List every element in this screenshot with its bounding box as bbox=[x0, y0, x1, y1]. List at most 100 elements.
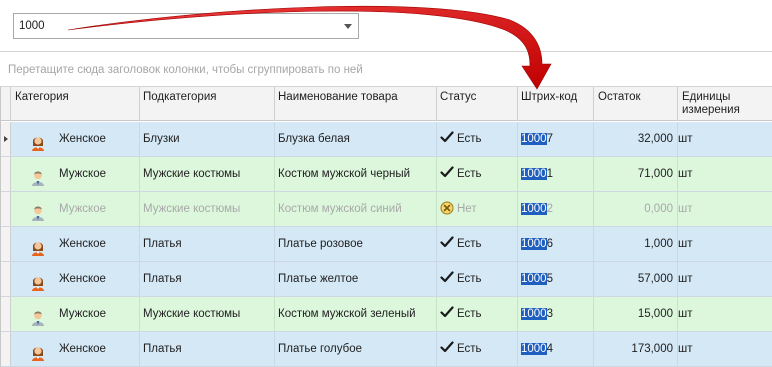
cell-barcode[interactable]: 10006 bbox=[518, 227, 594, 261]
barcode-match-highlight: 1000 bbox=[521, 133, 547, 145]
chevron-down-icon[interactable] bbox=[344, 24, 352, 29]
not-available-icon bbox=[440, 201, 457, 215]
row-indicator[interactable] bbox=[1, 192, 11, 226]
cell-barcode[interactable]: 10007 bbox=[518, 122, 594, 156]
status-text: Есть bbox=[457, 343, 482, 355]
cell-name[interactable]: Костюм мужской синий bbox=[275, 192, 437, 226]
cell-subcategory[interactable]: Мужские костюмы bbox=[140, 157, 275, 191]
barcode-rest: 5 bbox=[546, 273, 553, 285]
cell-status[interactable]: Есть bbox=[437, 297, 518, 331]
cell-rest[interactable]: 173,000 bbox=[594, 332, 678, 366]
search-combobox[interactable]: 1000 bbox=[13, 13, 359, 39]
cell-barcode[interactable]: 10001 bbox=[518, 157, 594, 191]
cell-subcategory[interactable]: Платья bbox=[140, 332, 275, 366]
cell-rest[interactable]: 57,000 bbox=[594, 262, 678, 296]
cell-unit[interactable]: шт bbox=[678, 262, 772, 296]
cell-rest[interactable]: 32,000 bbox=[594, 122, 678, 156]
cell-subcategory[interactable]: Блузки bbox=[140, 122, 275, 156]
cell-rest[interactable]: 0,000 bbox=[594, 192, 678, 226]
table-row[interactable]: Мужское Мужские костюмы Костюм мужской син… bbox=[1, 192, 772, 227]
cell-unit[interactable]: шт bbox=[678, 122, 772, 156]
cell-category[interactable]: Женское bbox=[11, 332, 140, 366]
cell-subcategory[interactable]: Платья bbox=[140, 227, 275, 261]
column-header-unit[interactable]: Единицы измерения bbox=[678, 87, 772, 121]
cell-rest[interactable]: 71,000 bbox=[594, 157, 678, 191]
cell-subcategory[interactable]: Мужские костюмы bbox=[140, 297, 275, 331]
cell-barcode[interactable]: 10003 bbox=[518, 297, 594, 331]
category-text: Женское bbox=[59, 133, 106, 145]
cell-category[interactable]: Мужское bbox=[11, 297, 140, 331]
grid-header: Категория Подкатегория Наименование това… bbox=[1, 87, 772, 121]
cell-status[interactable]: Нет bbox=[437, 192, 518, 226]
female-user-icon bbox=[30, 236, 46, 256]
cell-name[interactable]: Платье голубое bbox=[275, 332, 437, 366]
barcode-match-highlight: 1000 bbox=[521, 273, 547, 285]
cell-status[interactable]: Есть bbox=[437, 157, 518, 191]
cell-unit[interactable]: шт bbox=[678, 297, 772, 331]
row-indicator[interactable] bbox=[1, 157, 11, 191]
cell-subcategory[interactable]: Мужские костюмы bbox=[140, 192, 275, 226]
barcode-match-highlight: 1000 bbox=[521, 343, 547, 355]
barcode-rest: 7 bbox=[546, 133, 553, 145]
cell-category[interactable]: Женское bbox=[11, 227, 140, 261]
row-indicator[interactable] bbox=[1, 227, 11, 261]
cell-subcategory[interactable]: Платья bbox=[140, 262, 275, 296]
group-by-panel[interactable]: Перетащите сюда заголовок колонки, чтобы… bbox=[0, 53, 772, 87]
table-row[interactable]: Мужское Мужские костюмы Костюм мужской чер… bbox=[1, 157, 772, 192]
cell-rest[interactable]: 1,000 bbox=[594, 227, 678, 261]
table-row[interactable]: Женское Платья Платье розовое Есть 10006 1,00… bbox=[1, 227, 772, 262]
column-header-category[interactable]: Категория bbox=[11, 87, 140, 121]
cell-status[interactable]: Есть bbox=[437, 332, 518, 366]
cell-category[interactable]: Женское bbox=[11, 122, 140, 156]
cell-name[interactable]: Платье розовое bbox=[275, 227, 437, 261]
cell-unit[interactable]: шт bbox=[678, 192, 772, 226]
cell-barcode[interactable]: 10004 bbox=[518, 332, 594, 366]
column-header-barcode[interactable]: Штрих-код bbox=[518, 87, 594, 121]
cell-status[interactable]: Есть bbox=[437, 122, 518, 156]
column-header-rest[interactable]: Остаток bbox=[594, 87, 678, 121]
cell-category[interactable]: Мужское bbox=[11, 192, 140, 226]
cell-unit[interactable]: шт bbox=[678, 332, 772, 366]
status-text: Есть bbox=[457, 168, 482, 180]
current-row-icon bbox=[4, 136, 8, 142]
table-row[interactable]: Женское Блузки Блузка белая Есть 10007 32,000… bbox=[1, 122, 772, 157]
status-text: Есть bbox=[457, 133, 482, 145]
category-text: Женское bbox=[59, 273, 106, 285]
cell-name[interactable]: Платье желтое bbox=[275, 262, 437, 296]
table-row[interactable]: Женское Платья Платье голубое Есть 10004 173,… bbox=[1, 332, 772, 367]
cell-unit[interactable]: шт bbox=[678, 157, 772, 191]
column-header-subcategory[interactable]: Подкатегория bbox=[140, 87, 275, 121]
cell-rest[interactable]: 15,000 bbox=[594, 297, 678, 331]
row-indicator[interactable] bbox=[1, 122, 11, 156]
row-indicator[interactable] bbox=[1, 297, 11, 331]
cell-barcode[interactable]: 10002 bbox=[518, 192, 594, 226]
column-header-name[interactable]: Наименование товара bbox=[275, 87, 437, 121]
group-panel-hint: Перетащите сюда заголовок колонки, чтобы… bbox=[8, 64, 363, 76]
cell-unit[interactable]: шт bbox=[678, 227, 772, 261]
header-indicator bbox=[1, 87, 11, 121]
barcode-rest: 4 bbox=[546, 343, 553, 355]
cell-status[interactable]: Есть bbox=[437, 262, 518, 296]
cell-barcode[interactable]: 10005 bbox=[518, 262, 594, 296]
check-icon bbox=[440, 341, 457, 355]
products-grid: Категория Подкатегория Наименование това… bbox=[0, 87, 772, 367]
cell-category[interactable]: Мужское bbox=[11, 157, 140, 191]
table-row[interactable]: Женское Платья Платье желтое Есть 10005 57,00… bbox=[1, 262, 772, 297]
female-user-icon bbox=[30, 271, 46, 291]
check-icon bbox=[440, 236, 457, 250]
cell-category[interactable]: Женское bbox=[11, 262, 140, 296]
barcode-match-highlight: 1000 bbox=[521, 238, 547, 250]
cell-name[interactable]: Костюм мужской черный bbox=[275, 157, 437, 191]
cell-name[interactable]: Костюм мужской зеленый bbox=[275, 297, 437, 331]
row-indicator[interactable] bbox=[1, 332, 11, 366]
row-indicator[interactable] bbox=[1, 262, 11, 296]
cell-name[interactable]: Блузка белая bbox=[275, 122, 437, 156]
column-header-status[interactable]: Статус bbox=[437, 87, 518, 121]
barcode-match-highlight: 1000 bbox=[521, 308, 547, 320]
cell-status[interactable]: Есть bbox=[437, 227, 518, 261]
check-icon bbox=[440, 131, 457, 145]
table-row[interactable]: Мужское Мужские костюмы Костюм мужской зел… bbox=[1, 297, 772, 332]
category-text: Мужское bbox=[59, 203, 106, 215]
female-user-icon bbox=[30, 131, 46, 151]
filter-area: 1000 bbox=[0, 0, 772, 52]
